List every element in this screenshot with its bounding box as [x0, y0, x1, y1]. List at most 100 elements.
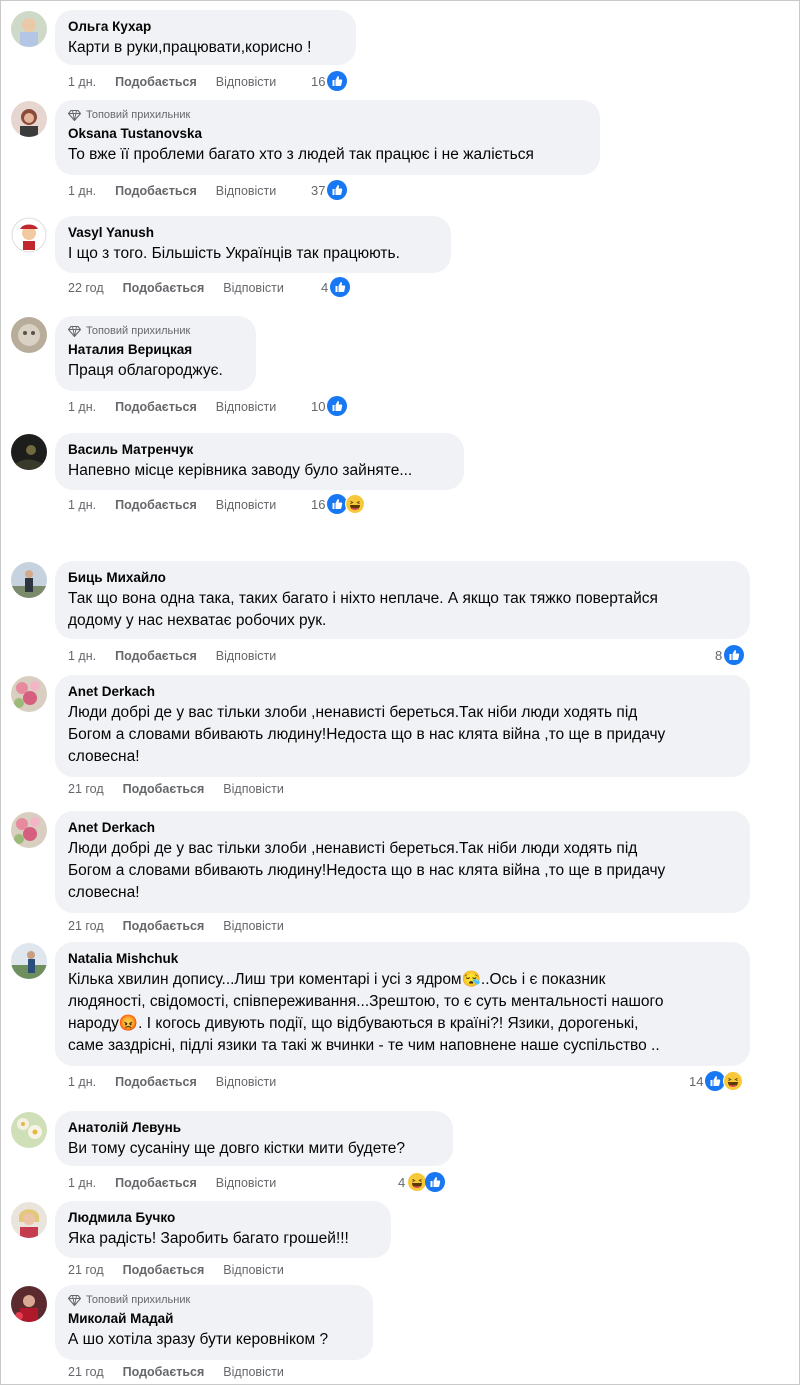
avatar[interactable]: [11, 1286, 47, 1322]
avatar[interactable]: [11, 676, 47, 712]
like-button[interactable]: Подобається: [115, 75, 197, 89]
comment-text: І що з того. Більшість Українців так пра…: [68, 245, 400, 262]
comment-meta: 21 год Подобається Відповісти: [68, 782, 303, 796]
reply-button[interactable]: Відповісти: [223, 281, 284, 295]
avatar[interactable]: [11, 101, 47, 137]
reply-button[interactable]: Відповісти: [216, 1075, 277, 1089]
comment-bubble: Людмила Бучко Яка радість! Заробить бага…: [55, 1201, 391, 1258]
comment-time[interactable]: 1 дн.: [68, 400, 96, 414]
reaction-count: 10: [311, 398, 326, 414]
comment-text: Люди добрі де у вас тільки злоби ,ненави…: [68, 840, 666, 901]
reaction-summary[interactable]: 4: [398, 1172, 446, 1192]
comment-time[interactable]: 21 год: [68, 1365, 104, 1379]
comment-bubble: Anet Derkach Люди добрі де у вас тільки …: [55, 675, 750, 777]
like-button[interactable]: Подобається: [115, 498, 197, 512]
comment-time[interactable]: 1 дн.: [68, 75, 96, 89]
commenter-name[interactable]: Анатолій Левунь: [68, 1119, 441, 1136]
comment-bubble: Топовий прихильник Миколай Мадай А шо хо…: [55, 1285, 373, 1360]
diamond-icon: [68, 1294, 81, 1306]
comment-meta: 1 дн. Подобається Відповісти: [68, 184, 295, 198]
comment-time[interactable]: 21 год: [68, 782, 104, 796]
like-button[interactable]: Подобається: [123, 782, 205, 796]
commenter-name[interactable]: Миколай Мадай: [68, 1310, 361, 1327]
comment-time[interactable]: 21 год: [68, 1263, 104, 1277]
like-reaction-icon: [327, 180, 348, 200]
reaction-summary[interactable]: 8: [715, 645, 745, 665]
comment-bubble: Топовий прихильник Наталия Верицкая Прац…: [55, 316, 256, 391]
comment-meta: 21 год Подобається Відповісти: [68, 1263, 303, 1277]
commenter-name[interactable]: Наталия Верицкая: [68, 341, 244, 358]
commenter-name[interactable]: Биць Михайло: [68, 569, 738, 586]
reply-button[interactable]: Відповісти: [216, 400, 277, 414]
avatar[interactable]: [11, 434, 47, 470]
avatar[interactable]: [11, 943, 47, 979]
like-button[interactable]: Подобається: [123, 919, 205, 933]
avatar[interactable]: [11, 812, 47, 848]
comment-bubble: Ольга Кухар Карти в руки,працювати,корис…: [55, 10, 356, 65]
comment-bubble: Vasyl Yanush І що з того. Більшість Укра…: [55, 216, 451, 273]
reply-button[interactable]: Відповісти: [223, 919, 284, 933]
avatar[interactable]: [11, 11, 47, 47]
comment-time[interactable]: 1 дн.: [68, 498, 96, 512]
avatar[interactable]: [11, 217, 47, 253]
reaction-summary[interactable]: 14: [689, 1071, 744, 1091]
comment-time[interactable]: 1 дн.: [68, 649, 96, 663]
comment-text: Праця облагороджує.: [68, 362, 223, 379]
avatar[interactable]: [11, 1112, 47, 1148]
reaction-count: 14: [689, 1073, 704, 1089]
commenter-name[interactable]: Ольга Кухар: [68, 18, 344, 35]
reaction-count: 8: [715, 647, 723, 663]
commenter-name[interactable]: Natalia Mishchuk: [68, 950, 738, 967]
commenter-name[interactable]: Oksana Tustanovska: [68, 125, 588, 142]
reaction-summary[interactable]: 16: [311, 71, 348, 91]
comment-text: Ви тому сусаніну ще довго кістки мити бу…: [68, 1140, 405, 1157]
like-reaction-icon: [724, 645, 745, 665]
like-button[interactable]: Подобається: [115, 1075, 197, 1089]
comment-bubble: Биць Михайло Так що вона одна така, таки…: [55, 561, 750, 639]
reply-button[interactable]: Відповісти: [216, 498, 277, 512]
like-reaction-icon: [705, 1071, 726, 1091]
comment-text: То вже її проблеми багато хто з людей та…: [68, 146, 534, 163]
like-button[interactable]: Подобається: [115, 184, 197, 198]
comment-time[interactable]: 22 год: [68, 281, 104, 295]
like-button[interactable]: Подобається: [115, 1176, 197, 1190]
reply-button[interactable]: Відповісти: [223, 1365, 284, 1379]
like-reaction-icon: [425, 1172, 446, 1192]
reply-button[interactable]: Відповісти: [223, 1263, 284, 1277]
commenter-name[interactable]: Vasyl Yanush: [68, 224, 439, 241]
comment-time[interactable]: 1 дн.: [68, 184, 96, 198]
commenter-name[interactable]: Василь Матренчук: [68, 441, 452, 458]
reaction-summary[interactable]: 10: [311, 396, 348, 416]
haha-reaction-icon: [407, 1172, 428, 1192]
comment-time[interactable]: 1 дн.: [68, 1075, 96, 1089]
like-button[interactable]: Подобається: [123, 1365, 205, 1379]
comment-time[interactable]: 21 год: [68, 919, 104, 933]
comment-bubble: Василь Матренчук Напевно місце керівника…: [55, 433, 464, 490]
reply-button[interactable]: Відповісти: [216, 649, 277, 663]
avatar[interactable]: [11, 317, 47, 353]
reaction-count: 4: [321, 279, 329, 295]
commenter-name[interactable]: Anet Derkach: [68, 683, 738, 700]
avatar[interactable]: [11, 1202, 47, 1238]
reaction-summary[interactable]: 37: [311, 180, 348, 200]
reply-button[interactable]: Відповісти: [223, 782, 284, 796]
reaction-summary[interactable]: 4: [321, 277, 351, 297]
reply-button[interactable]: Відповісти: [216, 1176, 277, 1190]
comment-meta: 1 дн. Подобається Відповісти: [68, 498, 295, 512]
avatar[interactable]: [11, 562, 47, 598]
commenter-name[interactable]: Anet Derkach: [68, 819, 738, 836]
like-button[interactable]: Подобається: [123, 1263, 205, 1277]
comment-meta: 1 дн. Подобається Відповісти: [68, 75, 295, 89]
like-button[interactable]: Подобається: [115, 649, 197, 663]
comment-bubble: Топовий прихильник Oksana Tustanovska То…: [55, 100, 600, 175]
reaction-summary[interactable]: 16: [311, 494, 366, 514]
reply-button[interactable]: Відповісти: [216, 184, 277, 198]
reaction-count: 16: [311, 73, 326, 89]
comment-meta: 1 дн. Подобається Відповісти: [68, 1075, 295, 1089]
reply-button[interactable]: Відповісти: [216, 75, 277, 89]
commenter-name[interactable]: Людмила Бучко: [68, 1209, 379, 1226]
like-button[interactable]: Подобається: [123, 281, 205, 295]
like-button[interactable]: Подобається: [115, 400, 197, 414]
comment-text: Яка радість! Заробить багато грошей!!!: [68, 1230, 349, 1247]
comment-time[interactable]: 1 дн.: [68, 1176, 96, 1190]
